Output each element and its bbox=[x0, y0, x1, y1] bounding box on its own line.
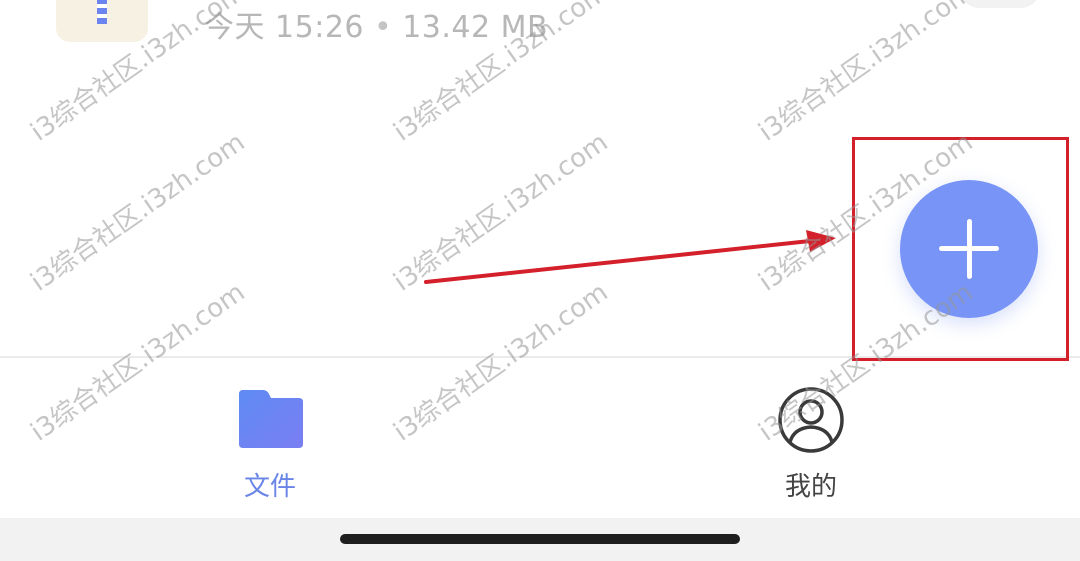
zip-file-icon bbox=[56, 0, 148, 42]
tab-files[interactable]: 文件 bbox=[170, 358, 370, 518]
file-size: 13.42 MB bbox=[402, 10, 549, 45]
screen: 今天 15:26 • 13.42 MB 文件 我的 i3综合社区.i3zh.co… bbox=[0, 0, 1080, 561]
file-date: 今天 15:26 bbox=[204, 10, 364, 45]
home-indicator[interactable] bbox=[340, 534, 740, 544]
system-nav-bar bbox=[0, 518, 1080, 561]
watermark: i3综合社区.i3zh.com bbox=[388, 127, 614, 298]
folder-icon bbox=[239, 390, 303, 448]
tab-mine-label: 我的 bbox=[784, 472, 837, 502]
file-list-item[interactable]: 今天 15:26 • 13.42 MB bbox=[0, 0, 1080, 60]
bottom-tab-bar: 文件 我的 bbox=[0, 356, 1080, 518]
add-button[interactable] bbox=[900, 180, 1038, 318]
meta-separator: • bbox=[374, 10, 393, 45]
file-meta: 今天 15:26 • 13.42 MB bbox=[204, 2, 548, 46]
tab-files-label: 文件 bbox=[243, 472, 296, 502]
more-options-button[interactable] bbox=[960, 0, 1040, 8]
profile-icon bbox=[778, 387, 844, 453]
tab-mine[interactable]: 我的 bbox=[711, 358, 911, 518]
zip-strip bbox=[97, 0, 107, 24]
watermark: i3综合社区.i3zh.com bbox=[25, 127, 251, 298]
